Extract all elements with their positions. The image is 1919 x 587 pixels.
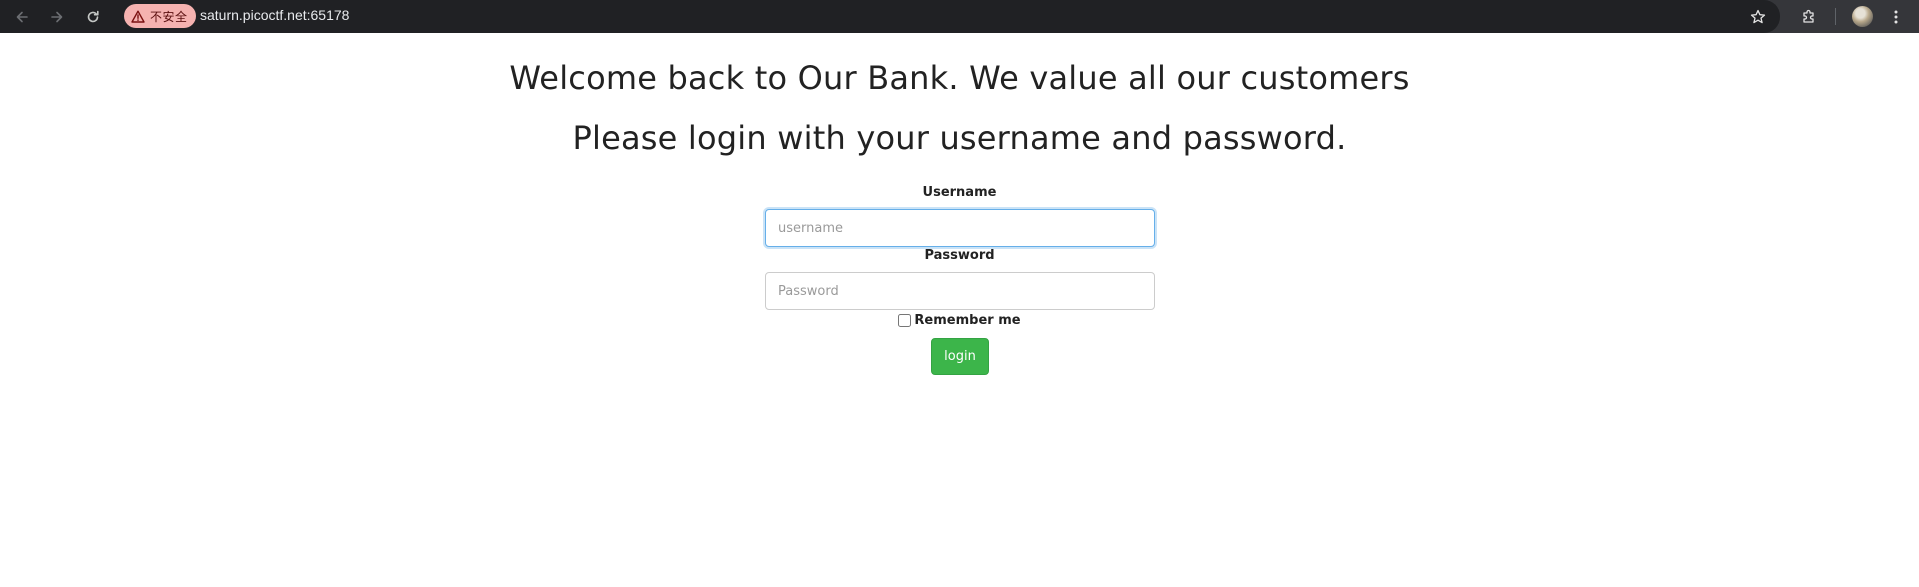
toolbar-divider <box>1835 8 1836 25</box>
address-bar-area: 不安全 saturn.picoctf.net:65178 <box>0 0 1780 33</box>
arrow-left-icon <box>16 11 28 23</box>
warning-triangle-icon <box>131 10 145 23</box>
site-security-chip[interactable]: 不安全 <box>124 4 196 28</box>
url-text[interactable]: saturn.picoctf.net:65178 <box>200 7 349 23</box>
star-icon <box>1750 9 1766 24</box>
login-button[interactable]: login <box>931 338 989 375</box>
extensions-button[interactable] <box>1798 6 1820 28</box>
remember-me-row: Remember me <box>0 313 1919 328</box>
avatar[interactable] <box>1852 6 1873 27</box>
browser-toolbar: 不安全 saturn.picoctf.net:65178 <box>0 0 1919 33</box>
security-chip-label: 不安全 <box>150 9 188 24</box>
puzzle-icon <box>1803 9 1814 23</box>
remember-me-checkbox[interactable] <box>898 314 912 327</box>
username-label: Username <box>922 185 997 200</box>
username-input[interactable] <box>765 209 1155 247</box>
reload-icon <box>87 10 99 23</box>
bookmark-button[interactable] <box>1747 6 1769 28</box>
welcome-heading: Welcome back to Our Bank. We value all o… <box>509 59 1410 97</box>
password-input[interactable] <box>765 272 1155 310</box>
remember-me-label[interactable]: Remember me <box>914 313 1020 328</box>
reload-button[interactable] <box>82 6 104 28</box>
browser-menu-button[interactable] <box>1885 6 1907 28</box>
password-label: Password <box>924 248 995 263</box>
kebab-menu-icon <box>1894 10 1898 24</box>
back-button[interactable] <box>11 6 33 28</box>
forward-button[interactable] <box>46 6 68 28</box>
arrow-right-icon <box>51 11 63 23</box>
page-content: Welcome back to Our Bank. We value all o… <box>0 33 1919 587</box>
login-instruction-heading: Please login with your username and pass… <box>572 119 1347 157</box>
